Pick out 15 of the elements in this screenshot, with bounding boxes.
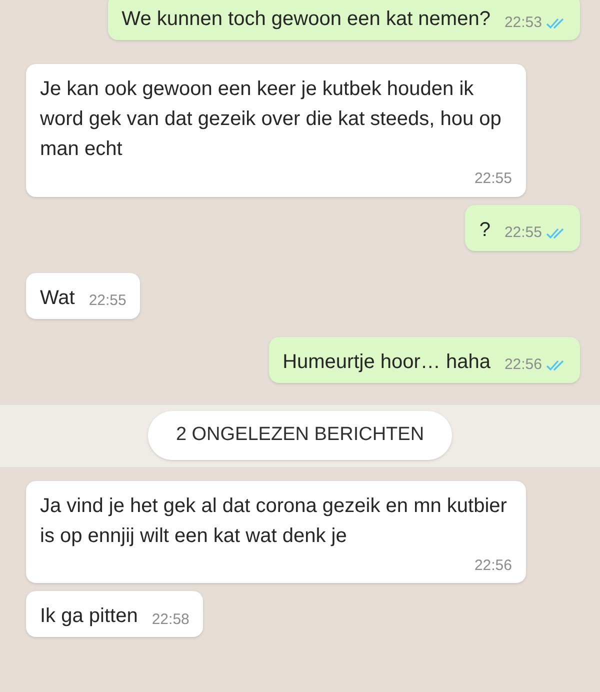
- message-text: Humeurtje hoor… haha: [282, 350, 490, 374]
- message-time: 22:55: [88, 291, 126, 311]
- message-time: 22:53: [504, 12, 542, 32]
- message-text: We kunnen toch gewoon een kat nemen?: [122, 7, 490, 32]
- message-text: Ik ga pitten: [40, 604, 138, 629]
- message-time: 22:55: [474, 169, 512, 189]
- message-time: 22:56: [474, 556, 512, 576]
- message-text: ?: [479, 218, 490, 242]
- message-text: Wat: [40, 286, 75, 310]
- message-time: 22:56: [504, 355, 542, 375]
- message-text: Ja vind je het gek al dat corona gezeik en mn kutbier is op ennjij wilt een kat wat denk je: [40, 494, 508, 548]
- message-text: Je kan ook gewoon een keer je kutbek houden ik word gek van dat gezeik over die kat steeds, hou op man echt: [40, 77, 502, 162]
- unread-messages-label: 2 ONGELEZEN BERICHTEN: [148, 411, 452, 460]
- message-time: 22:55: [504, 223, 542, 243]
- message-time: 22:58: [152, 610, 190, 630]
